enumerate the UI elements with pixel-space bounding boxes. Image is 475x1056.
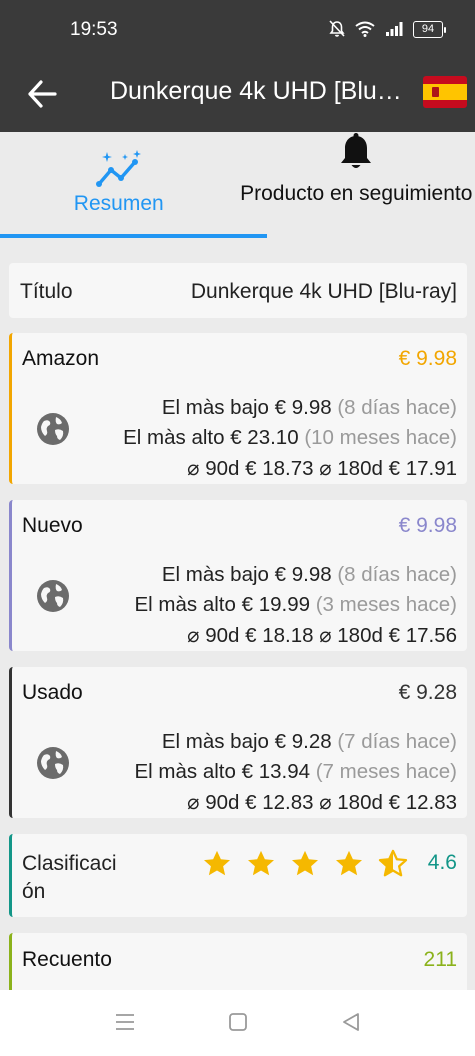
menu-icon[interactable]: [114, 1012, 136, 1032]
current-price: € 9.28: [398, 681, 457, 704]
nuevo-price-card[interactable]: Nuevo € 9.98 El màs bajo € 9.98 (8 días …: [9, 500, 467, 651]
app-bar: Dunkerque 4k UHD [Blu-ray]: [0, 60, 475, 132]
highest-when: (7 meses hace): [315, 760, 457, 783]
back-triangle-icon[interactable]: [340, 1012, 362, 1032]
bell-icon: [341, 133, 372, 168]
star-full-icon: [248, 850, 274, 876]
summary-list[interactable]: Título Dunkerque 4k UHD [Blu-ray] Amazon…: [0, 240, 475, 990]
avg90-value: € 12.83: [245, 791, 314, 814]
current-price: € 9.98: [398, 347, 457, 370]
arrow-left-icon: [28, 80, 57, 108]
tab-bar: Resumen Producto en seguimiento: [0, 132, 475, 240]
status-icons: 94: [329, 20, 446, 38]
tab-resumen[interactable]: Resumen: [0, 132, 238, 240]
star-full-icon: [204, 850, 230, 876]
current-price: € 9.98: [398, 514, 457, 537]
system-nav-bar: [0, 990, 475, 1056]
highest-price-line: El màs alto € 19.99 (3 meses hace): [135, 593, 458, 617]
usado-price-card[interactable]: Usado € 9.28 El màs bajo € 9.28 (7 días …: [9, 667, 467, 818]
battery-level: 94: [421, 23, 435, 35]
home-square-icon[interactable]: [227, 1012, 249, 1032]
amazon-price-card[interactable]: Amazon € 9.98 El màs bajo € 9.98 (8 días…: [9, 333, 467, 484]
star-full-icon: [336, 850, 362, 876]
active-tab-indicator: [0, 234, 267, 238]
highest-label: El màs alto: [134, 593, 236, 616]
avg180-value: € 17.56: [388, 624, 457, 647]
battery-icon: 94: [413, 20, 446, 38]
rating-card[interactable]: Clasificaci ón 4.6: [9, 834, 467, 917]
lowest-label: El màs bajo: [161, 730, 269, 753]
mute-icon: [329, 20, 345, 37]
lowest-price: € 9.28: [274, 730, 332, 753]
average-price-line: ⌀ 90d € 18.73 ⌀ 180d € 17.91: [187, 456, 457, 481]
avg90-value: € 18.73: [245, 457, 314, 480]
highest-price-line: El màs alto € 23.10 (10 meses hace): [123, 426, 457, 450]
globe-icon: [37, 413, 69, 445]
avg180-value: € 17.91: [388, 457, 457, 480]
lowest-label: El màs bajo: [161, 563, 269, 586]
lowest-label: El màs bajo: [161, 396, 269, 419]
tab-seguimiento-label: Producto en seguimiento: [240, 182, 473, 205]
tab-resumen-label: Resumen: [73, 192, 164, 215]
price-card-name: Usado: [22, 681, 83, 704]
avg180-value: € 12.83: [388, 791, 457, 814]
highest-when: (3 meses hace): [315, 593, 457, 616]
star-full-icon: [292, 850, 318, 876]
lowest-price-line: El màs bajo € 9.98 (8 días hace): [162, 396, 457, 420]
highest-price-line: El màs alto € 13.94 (7 meses hace): [135, 760, 458, 784]
lowest-when: (7 días hace): [337, 730, 457, 753]
lowest-when: (8 días hace): [337, 396, 457, 419]
rating-value: 4.6: [427, 851, 457, 874]
avg180-label: ⌀ 180d: [319, 624, 383, 647]
status-time: 19:53: [70, 19, 118, 40]
globe-icon: [37, 580, 69, 612]
lowest-price: € 9.98: [274, 396, 332, 419]
page-title: Dunkerque 4k UHD [Blu-ray]: [110, 77, 408, 105]
avg180-label: ⌀ 180d: [319, 457, 383, 480]
sparkle-chart-icon: [95, 150, 141, 187]
count-value: 211: [423, 948, 457, 971]
highest-price: € 19.99: [241, 593, 311, 616]
globe-icon: [37, 747, 69, 779]
avg90-label: ⌀ 90d: [187, 624, 240, 647]
star-half-icon: [378, 849, 408, 877]
title-value: Dunkerque 4k UHD [Blu-ray]: [190, 280, 457, 303]
status-bar: 19:53 94: [0, 0, 475, 60]
lowest-when: (8 días hace): [337, 563, 457, 586]
title-card: Título Dunkerque 4k UHD [Blu-ray]: [9, 263, 467, 318]
review-count-card[interactable]: Recuento 211: [9, 933, 467, 990]
spain-flag-icon[interactable]: [423, 76, 467, 108]
highest-label: El màs alto: [134, 760, 236, 783]
back-button[interactable]: [22, 74, 62, 114]
avg90-label: ⌀ 90d: [187, 791, 240, 814]
average-price-line: ⌀ 90d € 18.18 ⌀ 180d € 17.56: [187, 623, 457, 648]
tab-seguimiento[interactable]: Producto en seguimiento: [238, 132, 475, 240]
price-card-name: Nuevo: [22, 514, 83, 537]
highest-label: El màs alto: [123, 426, 225, 449]
average-price-line: ⌀ 90d € 12.83 ⌀ 180d € 12.83: [187, 790, 457, 815]
highest-price: € 13.94: [241, 760, 311, 783]
rating-label: Clasificaci ón: [22, 852, 117, 903]
highest-price: € 23.10: [230, 426, 299, 449]
avg180-label: ⌀ 180d: [319, 791, 383, 814]
highest-when: (10 meses hace): [304, 426, 457, 449]
lowest-price: € 9.98: [274, 563, 332, 586]
avg90-value: € 18.18: [245, 624, 314, 647]
lowest-price-line: El màs bajo € 9.98 (8 días hace): [162, 563, 457, 587]
title-label: Título: [20, 280, 73, 303]
price-card-name: Amazon: [22, 347, 100, 370]
rating-stars: [202, 849, 408, 879]
avg90-label: ⌀ 90d: [187, 457, 240, 480]
count-label: Recuento: [22, 948, 112, 971]
signal-icon: [386, 22, 403, 36]
lowest-price-line: El màs bajo € 9.28 (7 días hace): [162, 730, 457, 754]
wifi-icon: [355, 21, 375, 37]
